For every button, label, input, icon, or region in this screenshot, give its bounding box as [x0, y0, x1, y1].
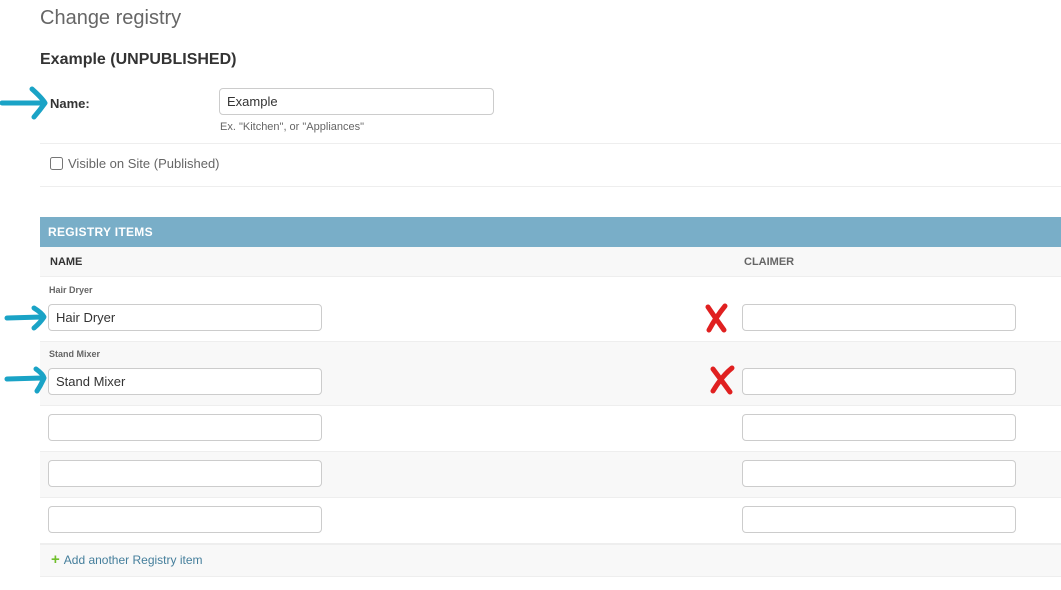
name-label: Name:	[50, 96, 90, 111]
add-link-label: Add another Registry item	[63, 553, 203, 567]
add-row: + Add another Registry item	[40, 544, 1061, 577]
object-title: Example (UNPUBLISHED)	[40, 51, 237, 68]
name-help-text: Ex. "Kitchen", or "Appliances"	[220, 121, 365, 133]
item-claimer-input[interactable]	[742, 414, 1016, 441]
registry-item-row: Stand Mixer	[40, 342, 1061, 406]
name-input[interactable]	[219, 88, 494, 115]
item-name-input[interactable]	[48, 506, 322, 533]
item-claimer-input[interactable]	[742, 368, 1016, 395]
add-another-registry-item-link[interactable]: + Add another Registry item	[51, 551, 203, 568]
visible-on-site-checkbox[interactable]	[50, 157, 63, 170]
divider	[40, 186, 1061, 187]
registry-item-row: Hair Dryer	[40, 278, 1061, 342]
item-name-input[interactable]	[48, 368, 322, 395]
page-title: Change registry	[40, 7, 182, 29]
item-claimer-input[interactable]	[742, 506, 1016, 533]
annotation-x-icon	[710, 365, 735, 395]
column-header-name: NAME	[50, 256, 83, 268]
divider	[40, 143, 1061, 144]
item-name-input[interactable]	[48, 304, 322, 331]
annotation-arrow-icon	[0, 86, 48, 120]
column-header-row: NAME CLAIMER	[40, 247, 1061, 277]
visible-on-site-label: Visible on Site (Published)	[68, 156, 220, 171]
registry-item-row	[40, 406, 1061, 452]
item-name-input[interactable]	[48, 460, 322, 487]
item-claimer-input[interactable]	[742, 460, 1016, 487]
registry-item-row	[40, 452, 1061, 498]
registry-item-row	[40, 498, 1061, 544]
row-label: Stand Mixer	[49, 349, 101, 359]
registry-items-header: REGISTRY ITEMS	[40, 217, 1061, 247]
annotation-arrow-icon	[4, 305, 47, 331]
plus-icon: +	[51, 551, 60, 568]
row-label: Hair Dryer	[49, 285, 93, 295]
annotation-x-icon	[705, 303, 728, 333]
item-claimer-input[interactable]	[742, 304, 1016, 331]
visible-on-site-field[interactable]: Visible on Site (Published)	[50, 156, 220, 171]
item-name-input[interactable]	[48, 414, 322, 441]
column-header-claimer: CLAIMER	[744, 256, 795, 268]
annotation-arrow-icon	[4, 366, 47, 394]
